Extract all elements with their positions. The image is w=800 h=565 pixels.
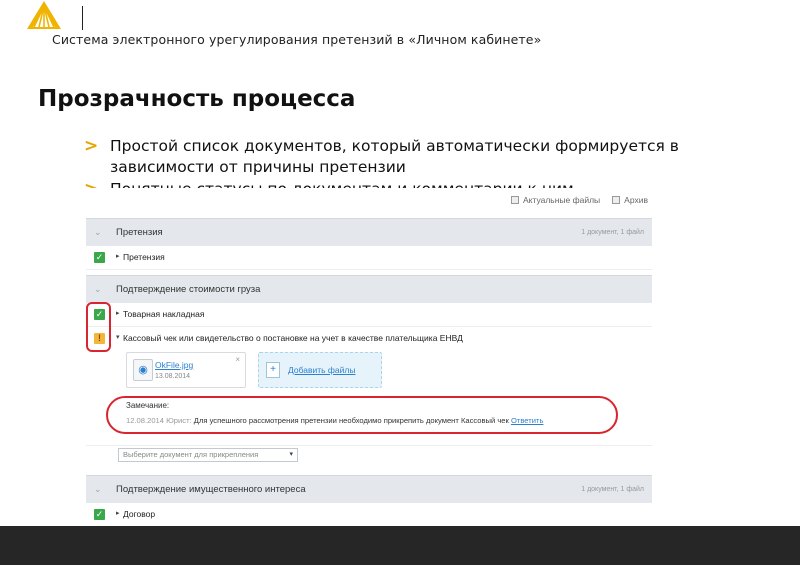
remove-file-icon[interactable]: × (235, 355, 240, 364)
section-cargo-value[interactable]: ⌄ Подтверждение стоимости груза (86, 275, 652, 303)
document-row[interactable]: ! ▾ Кассовый чек или свидетельство о пос… (86, 327, 652, 351)
chevron-right-icon: > (84, 136, 99, 156)
section-claim[interactable]: ⌄ Претензия 1 документ, 1 файл (86, 218, 652, 246)
section-count: 1 документ, 1 файл (581, 486, 644, 493)
attach-document-select[interactable]: Выберите документ для прикрепления ▾ (118, 448, 298, 462)
check-icon: ✓ (94, 509, 105, 520)
document-label: Кассовый чек или свидетельство о постано… (123, 333, 463, 343)
documents-panel: Актуальные файлы Архив ⌄ Претензия 1 док… (76, 188, 652, 526)
company-logo-icon (27, 1, 61, 29)
caret-right-icon[interactable]: ▸ (116, 509, 120, 517)
archive-icon (612, 196, 621, 204)
tab-archive[interactable]: Архив (612, 195, 648, 205)
section-title: Претензия (116, 227, 163, 238)
document-row[interactable]: ✓ ▸ Товарная накладная (86, 303, 652, 327)
document-label: Претензия (123, 252, 165, 262)
section-count: 1 документ, 1 файл (581, 229, 644, 236)
document-label: Договор (123, 509, 156, 519)
system-title: Система электронного урегулирования прет… (52, 32, 542, 47)
check-icon: ✓ (94, 252, 105, 263)
section-title: Подтверждение имущественного интереса (116, 484, 306, 495)
section-property-interest[interactable]: ⌄ Подтверждение имущественного интереса … (86, 475, 652, 503)
file-card[interactable]: ◉ OkFile.jpg 13.08.2014 × (126, 352, 246, 388)
dropdown-caret-icon: ▾ (289, 451, 293, 458)
document-label: Товарная накладная (123, 309, 205, 319)
add-files-button[interactable]: + Добавить файлы (258, 352, 382, 388)
chevron-down-icon[interactable]: ⌄ (94, 284, 104, 294)
document-row[interactable]: ✓ ▸ Договор (86, 503, 652, 526)
file-tabs: Актуальные файлы Архив (510, 195, 648, 205)
caret-down-icon[interactable]: ▾ (116, 333, 120, 341)
add-file-icon: + (266, 362, 280, 378)
slide-title: Прозрачность процесса (38, 86, 356, 112)
divider (86, 438, 652, 446)
files-icon (510, 196, 519, 204)
status-highlight (86, 302, 111, 352)
header-divider (82, 6, 83, 30)
select-placeholder: Выберите документ для прикрепления (123, 450, 259, 459)
tab-current-files[interactable]: Актуальные файлы (510, 195, 600, 205)
caret-right-icon[interactable]: ▸ (116, 252, 120, 260)
file-name-link[interactable]: OkFile.jpg (155, 360, 193, 370)
bullet-item: > Простой список документов, который авт… (84, 136, 774, 178)
bullet-text: Простой список документов, который автом… (110, 137, 679, 176)
image-file-icon: ◉ (133, 359, 153, 381)
chevron-down-icon[interactable]: ⌄ (94, 227, 104, 237)
footer-bar (0, 526, 800, 565)
file-date: 13.08.2014 (155, 373, 191, 380)
section-title: Подтверждение стоимости груза (116, 284, 261, 295)
caret-right-icon[interactable]: ▸ (116, 309, 120, 317)
add-files-label: Добавить файлы (288, 365, 356, 375)
comment-highlight (106, 396, 618, 434)
chevron-down-icon[interactable]: ⌄ (94, 484, 104, 494)
document-row[interactable]: ✓ ▸ Претензия (86, 246, 652, 270)
